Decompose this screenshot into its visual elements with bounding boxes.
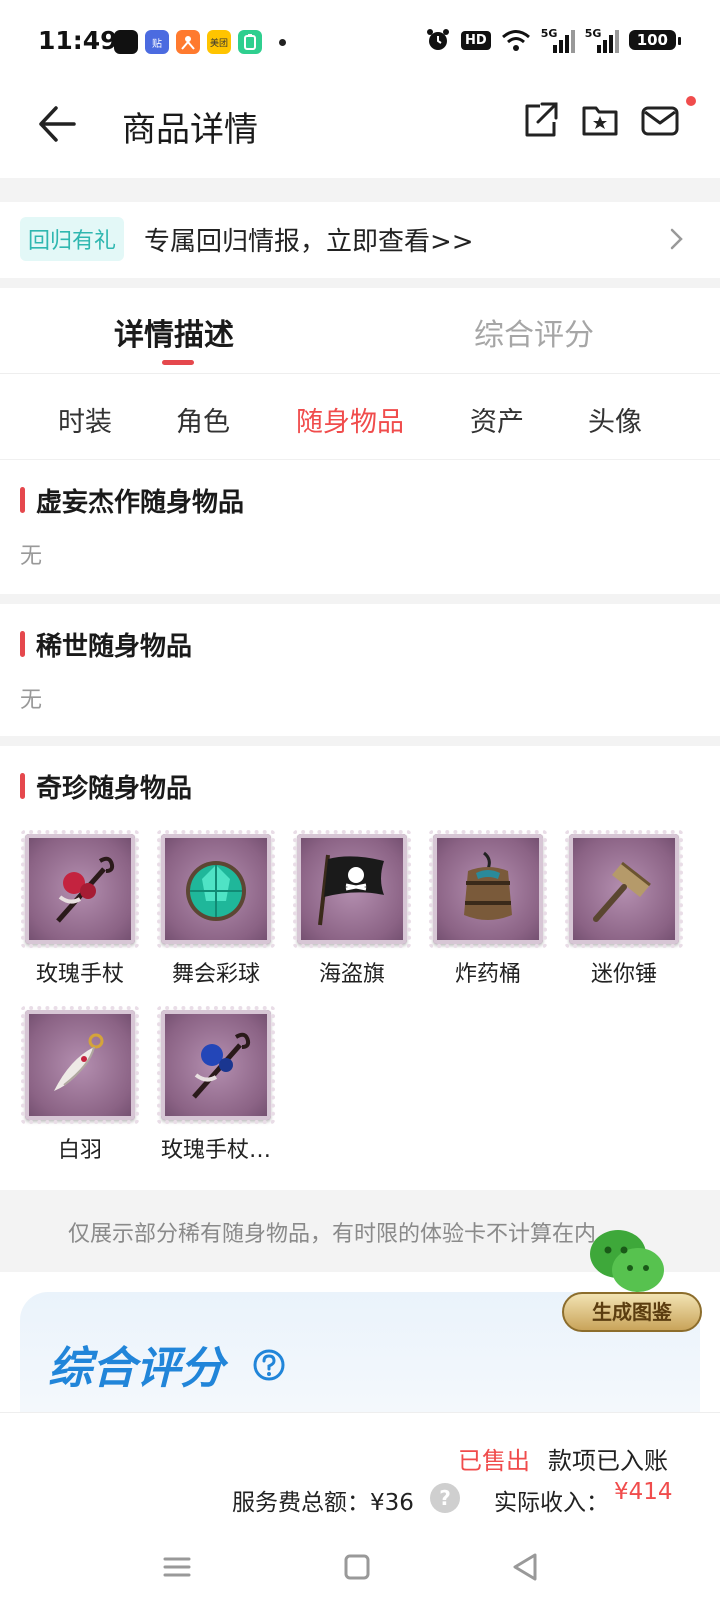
item-label: 迷你锤 xyxy=(590,962,657,987)
item-label: 海盗旗 xyxy=(318,962,385,987)
notification-dot xyxy=(279,38,286,46)
item-white-feather[interactable]: 白羽 xyxy=(12,1006,148,1164)
item-label: 白羽 xyxy=(57,1138,102,1163)
menu-icon[interactable] xyxy=(160,1550,194,1584)
back-arrow-icon[interactable] xyxy=(36,104,76,144)
battery-icon: 100 xyxy=(628,30,682,50)
rose-cane-icon xyxy=(56,856,115,923)
signal-5g-icon: 5G xyxy=(541,27,575,53)
fee-help-icon[interactable]: ? xyxy=(430,1483,460,1513)
help-icon[interactable] xyxy=(252,1348,286,1382)
page-title: 商品详情 xyxy=(122,110,258,150)
status-bar: 11:49 贴 美团 HD 5G 5G 100 xyxy=(0,0,720,86)
divider xyxy=(0,178,720,202)
tab-accessories[interactable]: 随身物品 xyxy=(296,400,404,439)
alarm-icon xyxy=(427,29,450,50)
section-value: 无 xyxy=(20,544,43,569)
sold-status: 已售出 xyxy=(458,1447,530,1475)
powder-keg-icon xyxy=(464,851,512,920)
stamp-frame xyxy=(21,830,139,948)
tab-assets[interactable]: 资产 xyxy=(470,400,524,439)
favorite-folder-icon[interactable] xyxy=(580,100,620,140)
tab-costumes[interactable]: 时装 xyxy=(58,400,112,439)
chevron-right-icon xyxy=(670,228,683,250)
tab-characters[interactable]: 角色 xyxy=(176,400,230,439)
tab-avatars[interactable]: 头像 xyxy=(588,400,642,439)
section-value: 无 xyxy=(20,688,43,713)
notice-text: 仅展示部分稀有随身物品，有时限的体验卡不计算在内 xyxy=(68,1222,597,1247)
blue-rose-cane-icon xyxy=(192,1032,251,1099)
masterpiece-section: 虚妄杰作随身物品 无 xyxy=(0,460,720,594)
section-title: 奇珍随身物品 xyxy=(20,768,192,805)
main-tabs: 详情描述 综合评分 xyxy=(0,288,720,374)
item-label: 炸药桶 xyxy=(454,962,521,987)
mini-hammer-icon xyxy=(593,861,651,922)
wechat-icon xyxy=(590,1230,664,1292)
app-black-icon xyxy=(114,30,138,54)
back-triangle-icon[interactable] xyxy=(508,1550,542,1584)
signal-5g-icon-2: 5G xyxy=(585,27,619,53)
stamp-frame xyxy=(21,1006,139,1124)
item-pirate-flag[interactable]: 海盗旗 xyxy=(284,830,420,988)
person-app-icon xyxy=(176,30,200,54)
wifi-icon xyxy=(501,30,530,51)
rare-section: 稀世随身物品 无 xyxy=(0,604,720,736)
unread-dot xyxy=(686,96,696,106)
service-fee: 服务费总额：¥36 xyxy=(232,1490,414,1516)
stamp-frame xyxy=(565,830,683,948)
stamp-frame xyxy=(157,1006,275,1124)
income-value: ¥414 xyxy=(614,1479,673,1505)
nav-bar: 商品详情 xyxy=(0,86,720,178)
tieba-icon: 贴 xyxy=(145,30,169,54)
item-label: 玫瑰手杖… xyxy=(160,1138,271,1163)
status-system-icons: HD 5G 5G 100 xyxy=(425,27,682,53)
payment-status: 款项已入账 xyxy=(548,1447,668,1475)
divider xyxy=(0,594,720,604)
ball-gem-icon xyxy=(186,861,246,921)
white-feather-icon xyxy=(54,1033,104,1091)
item-label: 玫瑰手杖 xyxy=(35,962,124,987)
tab-details[interactable]: 详情描述 xyxy=(114,310,234,354)
promo-text: 专属回归情报，立即查看>> xyxy=(144,227,474,257)
share-icon[interactable] xyxy=(520,100,560,140)
home-icon[interactable] xyxy=(340,1550,374,1584)
section-title: 虚妄杰作随身物品 xyxy=(20,482,244,519)
section-title: 稀世随身物品 xyxy=(20,626,192,663)
stamp-frame xyxy=(293,830,411,948)
item-label: 舞会彩球 xyxy=(171,962,260,987)
item-rose-cane[interactable]: 玫瑰手杖 xyxy=(12,830,148,988)
tab-rating[interactable]: 综合评分 xyxy=(474,310,594,354)
status-app-icons: 贴 美团 xyxy=(114,30,286,54)
divider xyxy=(0,736,720,746)
category-tabs: 时装 角色 随身物品 资产 头像 xyxy=(0,374,720,460)
rating-title: 综合评分 xyxy=(48,1343,224,1394)
item-powder-keg[interactable]: 炸药桶 xyxy=(420,830,556,988)
meituan-icon: 美团 xyxy=(207,30,231,54)
stamp-frame xyxy=(429,830,547,948)
promo-badge: 回归有礼 xyxy=(20,217,125,261)
item-ball-gem[interactable]: 舞会彩球 xyxy=(148,830,284,988)
treasure-section: 奇珍随身物品 玫瑰手杖 舞会彩球 海盗旗 炸药桶 迷你锤 白羽 玫瑰手杖… xyxy=(0,746,720,1190)
divider xyxy=(0,278,720,288)
income-label: 实际收入： xyxy=(494,1490,609,1516)
item-blue-rose-cane[interactable]: 玫瑰手杖… xyxy=(148,1006,284,1164)
stamp-frame xyxy=(157,830,275,948)
generate-catalog-widget[interactable]: 生成图鉴 xyxy=(558,1222,708,1342)
hd-icon: HD xyxy=(461,30,491,50)
item-mini-hammer[interactable]: 迷你锤 xyxy=(556,830,692,988)
status-time: 11:49 xyxy=(38,26,118,55)
generate-catalog-label: 生成图鉴 xyxy=(562,1292,702,1332)
system-nav-bar xyxy=(0,1530,720,1610)
active-tab-indicator xyxy=(162,360,194,365)
battery-app-icon xyxy=(238,30,262,54)
pirate-flag-icon xyxy=(318,854,384,926)
message-icon[interactable] xyxy=(640,100,680,140)
return-promo-banner[interactable]: 回归有礼 专属回归情报，立即查看>> xyxy=(0,202,720,278)
